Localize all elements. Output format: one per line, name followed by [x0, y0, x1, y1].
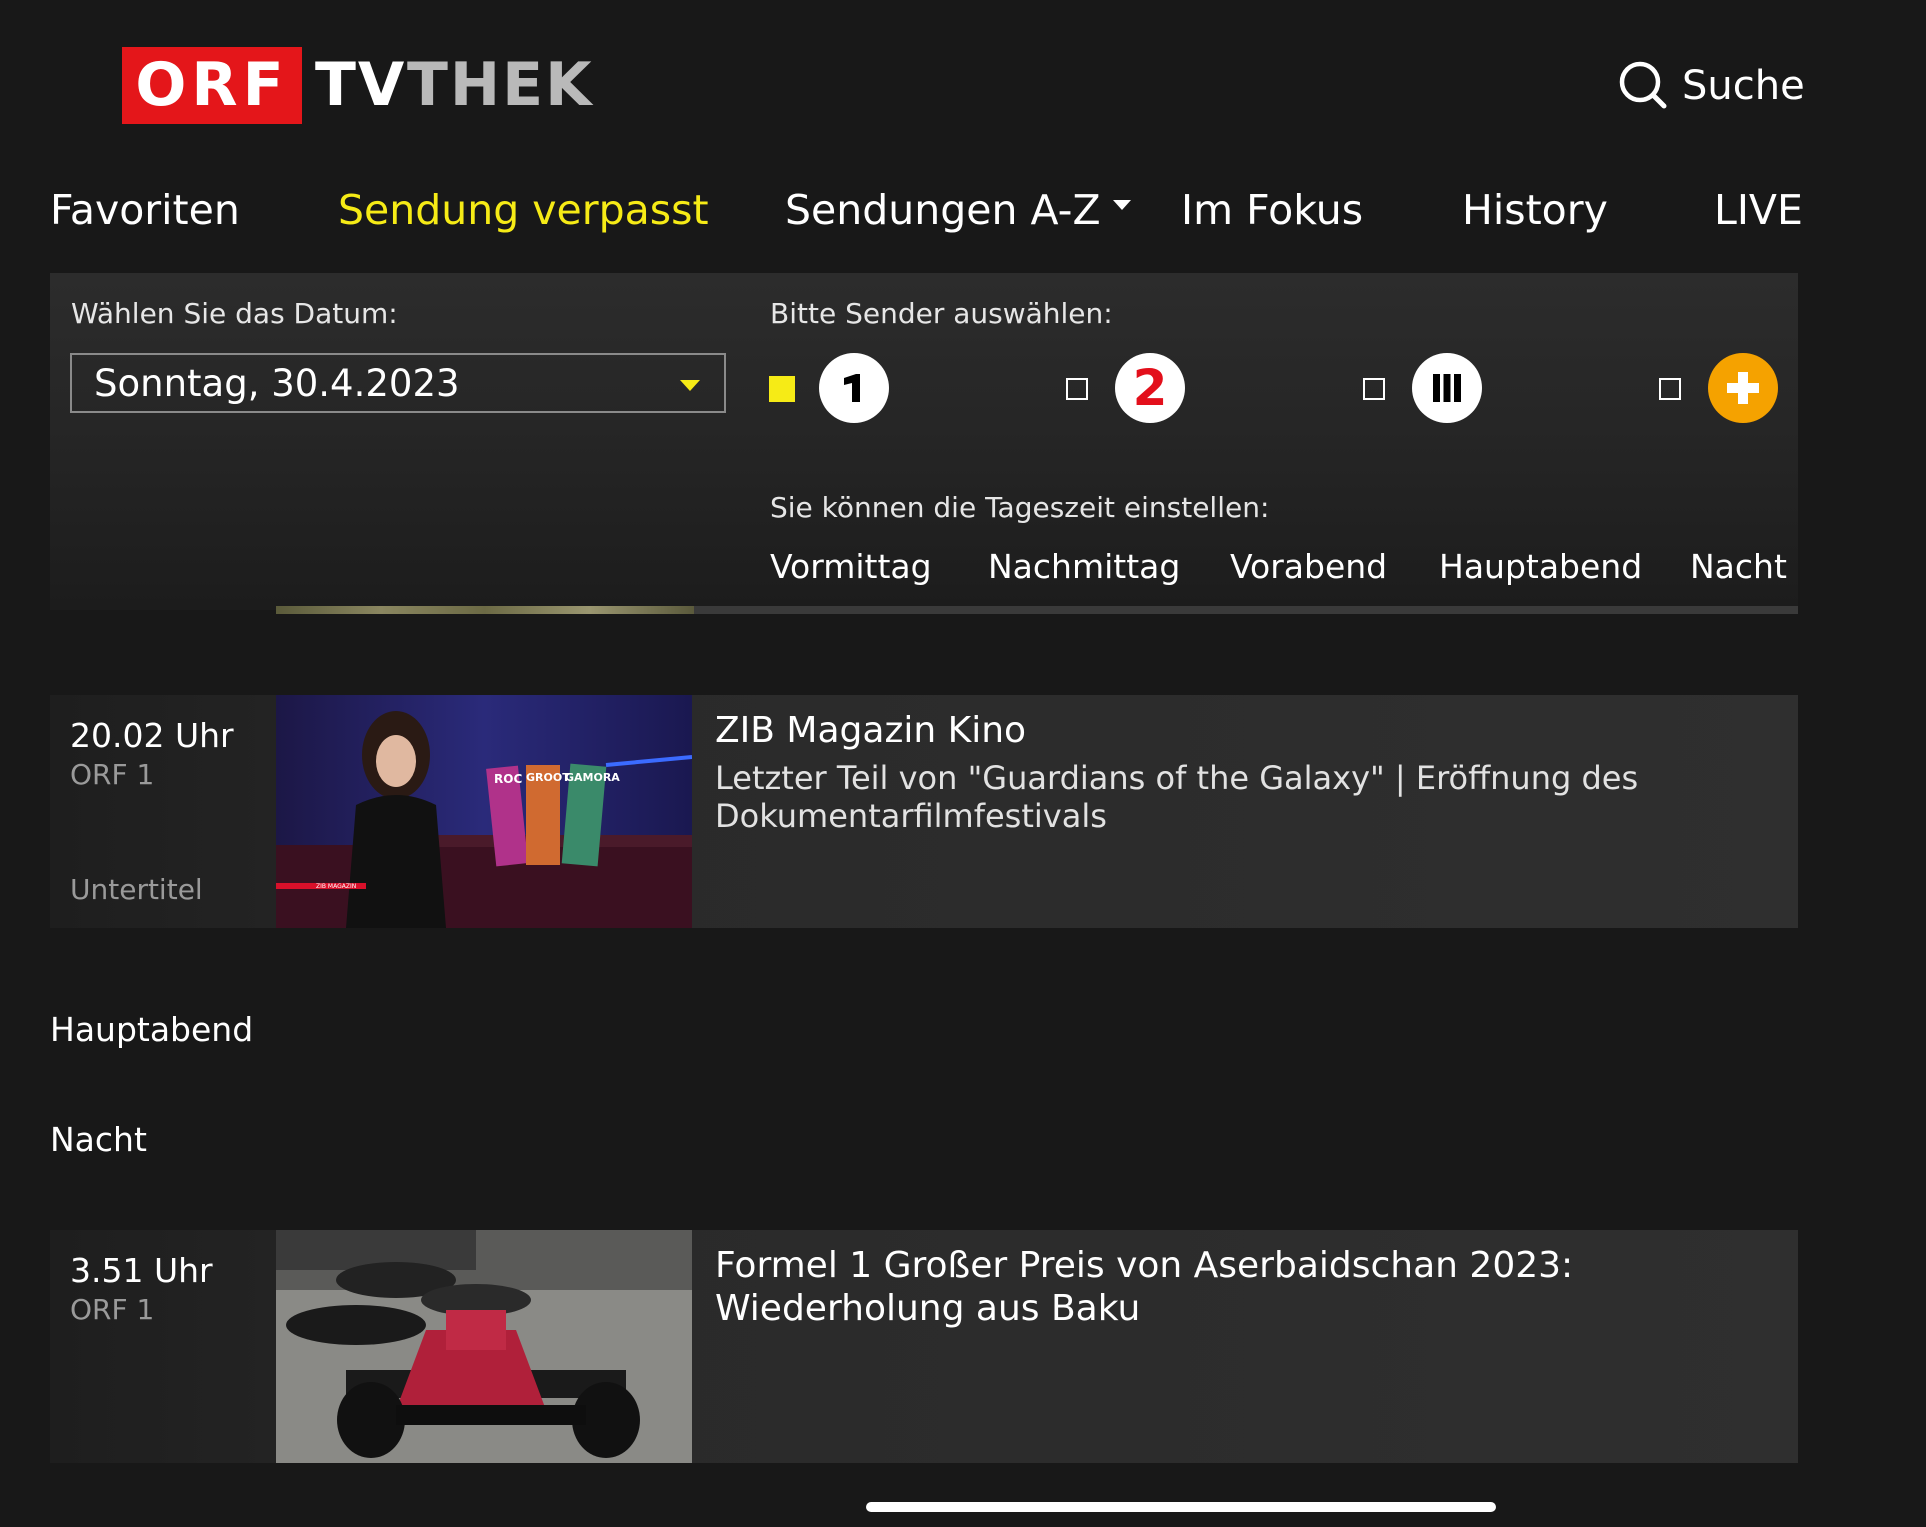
listing-thumbnail: ROC GROOT GAMORA ZIB MAGAZIN	[276, 695, 692, 928]
date-value: Sonntag, 30.4.2023	[94, 362, 460, 405]
channel-label: Bitte Sender auswählen:	[770, 297, 1113, 330]
timeofday-nacht[interactable]: Nacht	[1690, 547, 1787, 586]
search-label: Suche	[1682, 63, 1805, 109]
listing-channel: ORF 1	[70, 1293, 155, 1326]
thumbnail-peek	[276, 606, 694, 614]
chevron-down-icon	[680, 380, 700, 391]
listing-title: Formel 1 Großer Preis von Aserbaidschan …	[715, 1245, 1574, 1329]
poster-groot: GROOT	[526, 771, 570, 784]
date-label: Wählen Sie das Datum:	[71, 297, 398, 330]
timeofday-label: Sie können die Tageszeit einstellen:	[770, 491, 1270, 524]
listing-time: 3.51 Uhr	[70, 1251, 213, 1290]
search-icon	[1619, 61, 1667, 109]
tvthek-logo-tv: TV	[315, 50, 407, 120]
orf-sport-plus-logo-icon[interactable]	[1708, 353, 1778, 423]
listing-channel: ORF 1	[70, 758, 155, 791]
tvthek-logo-thek: THEK	[407, 50, 594, 120]
orf3-numeral-icon	[1433, 374, 1461, 402]
listing-description: Letzter Teil von "Guardians of the Galax…	[715, 759, 1639, 835]
channel-checkbox-orf3[interactable]	[1363, 378, 1385, 400]
home-indicator[interactable]	[866, 1502, 1496, 1512]
listing-time: 20.02 Uhr	[70, 716, 234, 755]
orf2-number-icon: 2	[1132, 359, 1168, 417]
timeofday-hauptabend[interactable]: Hauptabend	[1439, 547, 1642, 586]
listing-row[interactable]: 3.51 Uhr ORF 1 Formel 1 Großer Preis von…	[50, 1230, 1798, 1463]
channel-checkbox-orf2[interactable]	[1066, 378, 1088, 400]
caret-down-icon	[1112, 200, 1131, 210]
section-nacht: Nacht	[50, 1120, 147, 1159]
nav-sendungen-az[interactable]: Sendungen A-Z	[785, 186, 1131, 234]
nav-favoriten[interactable]: Favoriten	[50, 186, 240, 234]
orf3-logo-icon[interactable]	[1412, 353, 1482, 423]
poster-gamora: GAMORA	[565, 771, 620, 784]
channel-checkbox-orf1[interactable]	[769, 376, 795, 402]
subtitle-badge: Untertitel	[70, 873, 203, 906]
date-select[interactable]: Sonntag, 30.4.2023	[70, 353, 726, 413]
nav-sendung-verpasst[interactable]: Sendung verpasst	[338, 186, 709, 234]
search-button[interactable]: Suche	[1618, 55, 1805, 117]
timeofday-vormittag[interactable]: Vormittag	[770, 547, 932, 586]
nav-live[interactable]: LIVE	[1714, 186, 1803, 234]
channel-checkbox-orf-sport[interactable]	[1659, 378, 1681, 400]
nav-sendungen-az-label: Sendungen A-Z	[785, 186, 1101, 234]
orf1-number-icon	[844, 374, 860, 402]
poster-roc: ROC	[494, 772, 522, 786]
nav-im-fokus[interactable]: Im Fokus	[1181, 186, 1363, 234]
listing-title: ZIB Magazin Kino	[715, 710, 1027, 751]
nav-history[interactable]: History	[1462, 186, 1608, 234]
timeofday-nachmittag[interactable]: Nachmittag	[988, 547, 1180, 586]
orf-logo[interactable]: ORF	[122, 47, 302, 124]
section-hauptabend: Hauptabend	[50, 1010, 254, 1049]
listing-row[interactable]: 20.02 Uhr ORF 1 Untertitel ROC GROOT GAM…	[50, 695, 1798, 928]
thumb-zib-label: ZIB MAGAZIN	[316, 883, 356, 890]
orf1-logo-icon[interactable]	[819, 353, 889, 423]
timeofday-vorabend[interactable]: Vorabend	[1230, 547, 1387, 586]
plus-icon	[1727, 372, 1759, 404]
orf2-logo-icon[interactable]: 2	[1115, 353, 1185, 423]
listing-thumbnail	[276, 1230, 692, 1463]
